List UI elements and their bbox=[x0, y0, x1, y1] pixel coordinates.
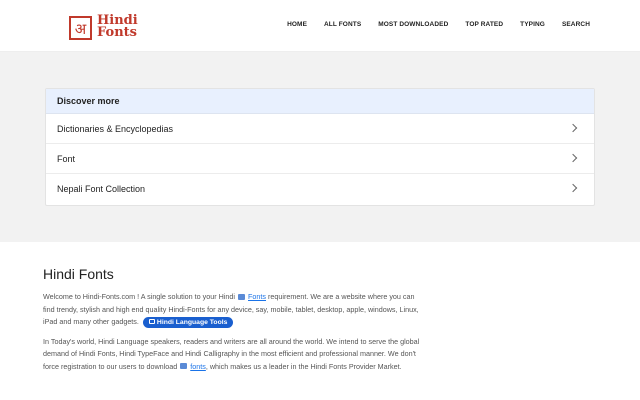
discover-item-label: Font bbox=[57, 154, 76, 164]
article: Hindi Fonts Welcome to Hindi-Fonts.com !… bbox=[43, 266, 423, 380]
chevron-right-icon bbox=[568, 123, 578, 133]
page-title: Hindi Fonts bbox=[43, 266, 114, 282]
nav-home[interactable]: HOME bbox=[287, 21, 307, 28]
intro-text-1: Welcome to Hindi-Fonts.com ! A single so… bbox=[43, 292, 236, 301]
logo-text: Hindi Fonts bbox=[97, 14, 138, 40]
intro-paragraph: Welcome to Hindi-Fonts.com ! A single so… bbox=[43, 291, 423, 329]
chevron-right-icon bbox=[568, 153, 578, 163]
link-icon bbox=[180, 363, 188, 369]
link-icon bbox=[238, 293, 246, 300]
discover-item-label: Nepali Font Collection bbox=[57, 184, 146, 194]
discover-item-label: Dictionaries & Encyclopedias bbox=[57, 124, 174, 134]
discover-item-font[interactable]: Font bbox=[46, 144, 594, 174]
site-header: अ Hindi Fonts HOME ALL FONTS MOST DOWNLO… bbox=[0, 0, 640, 52]
logo-glyph-icon: अ bbox=[69, 16, 92, 40]
nav-top-rated[interactable]: TOP RATED bbox=[465, 21, 503, 28]
fonts-link[interactable]: Fonts bbox=[248, 292, 266, 301]
main-nav: HOME ALL FONTS MOST DOWNLOADED TOP RATED… bbox=[287, 21, 590, 28]
discover-more-panel: Discover more Dictionaries & Encyclopedi… bbox=[45, 88, 595, 206]
mission-paragraph: In Today's world, Hindi Language speaker… bbox=[43, 336, 423, 374]
nav-most-downloaded[interactable]: MOST DOWNLOADED bbox=[378, 21, 448, 28]
hindi-language-tools-button[interactable]: Hindi Language Tools bbox=[142, 317, 234, 328]
site-logo[interactable]: अ Hindi Fonts bbox=[69, 12, 138, 42]
pill-label: Hindi Language Tools bbox=[156, 319, 228, 326]
discover-item-nepali[interactable]: Nepali Font Collection bbox=[46, 174, 594, 204]
mission-text-2: , which makes us a leader in the Hindi F… bbox=[205, 361, 402, 371]
svg-text:अ: अ bbox=[75, 20, 87, 38]
nav-all-fonts[interactable]: ALL FONTS bbox=[324, 21, 361, 28]
keyboard-icon bbox=[148, 319, 155, 324]
discover-title: Discover more bbox=[46, 89, 594, 114]
logo-line-2: Fonts bbox=[97, 25, 137, 40]
nav-typing[interactable]: TYPING bbox=[520, 21, 545, 28]
fonts-link-2[interactable]: fonts bbox=[190, 362, 206, 371]
chevron-right-icon bbox=[568, 183, 578, 193]
discover-item-dictionaries[interactable]: Dictionaries & Encyclopedias bbox=[46, 114, 594, 144]
nav-search[interactable]: SEARCH bbox=[562, 21, 590, 28]
